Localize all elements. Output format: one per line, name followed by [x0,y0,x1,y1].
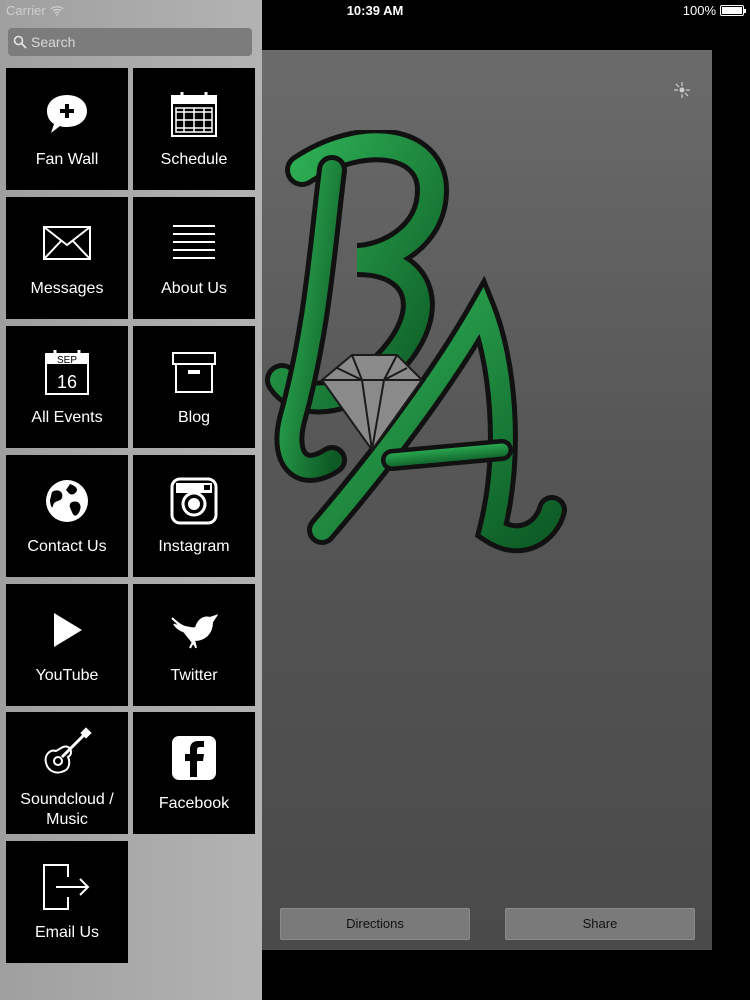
envelope-icon [6,215,128,271]
status-time: 10:39 AM [346,3,404,18]
menu-tile-contact-us[interactable]: Contact Us [6,455,128,577]
ba-logo [265,130,567,554]
exit-arrow-icon [6,859,128,915]
menu-tile-twitter[interactable]: Twitter [133,584,255,706]
play-icon [6,602,128,658]
menu-tile-about-us[interactable]: About Us [133,197,255,319]
camera-icon [133,473,255,529]
search-input[interactable] [31,34,241,50]
sparkle-icon[interactable] [672,80,692,100]
facebook-icon [133,730,255,786]
menu-tile-instagram[interactable]: Instagram [133,455,255,577]
menu-label: About Us [161,280,227,297]
event-calendar-icon: SEP 16 [6,344,128,400]
calendar-icon [133,86,255,142]
chat-plus-icon [6,86,128,142]
menu-tile-soundcloud-music[interactable]: Soundcloud / Music [6,712,128,834]
menu-tile-all-events[interactable]: SEP 16 All Events [6,326,128,448]
menu-label: Contact Us [27,538,107,555]
menu-label: Instagram [158,538,230,555]
battery-info: 100% [682,3,746,18]
lines-icon [133,215,255,271]
archive-box-icon [133,344,255,400]
menu-label: Email Us [34,924,99,941]
menu-tile-schedule[interactable]: Schedule [133,68,255,190]
menu-label: Messages [30,280,104,297]
menu-tile-youtube[interactable]: YouTube [6,584,128,706]
svg-text:SEP: SEP [57,355,77,366]
menu-tile-email-us[interactable]: Email Us [6,841,128,963]
menu-label: Twitter [170,667,218,684]
side-menu-drawer: Fan Wall Schedule Messages About Us SEP … [0,0,262,1000]
bird-icon [133,602,255,658]
directions-button[interactable]: Directions [280,908,470,940]
battery-percent: 100% [682,3,716,18]
menu-label: YouTube [35,667,99,684]
menu-tile-fan-wall[interactable]: Fan Wall [6,68,128,190]
status-bar: Carrier 10:39 AM 100% [0,0,750,22]
search-bar[interactable] [8,28,252,56]
menu-label: Soundcloud / Music [20,791,114,828]
menu-label: Schedule [160,151,228,168]
battery-icon [720,5,746,16]
menu-tile-messages[interactable]: Messages [6,197,128,319]
menu-label: Blog [177,409,211,426]
menu-label: All Events [31,409,103,426]
menu-label: Facebook [158,795,230,812]
menu-tile-blog[interactable]: Blog [133,326,255,448]
share-button[interactable]: Share [505,908,695,940]
globe-icon [6,473,128,529]
main-panel: Directions Share [262,50,712,950]
guitar-icon [6,724,128,780]
menu-tile-facebook[interactable]: Facebook [133,712,255,834]
svg-text:16: 16 [57,372,77,392]
search-icon [13,35,27,49]
menu-label: Fan Wall [35,151,99,168]
